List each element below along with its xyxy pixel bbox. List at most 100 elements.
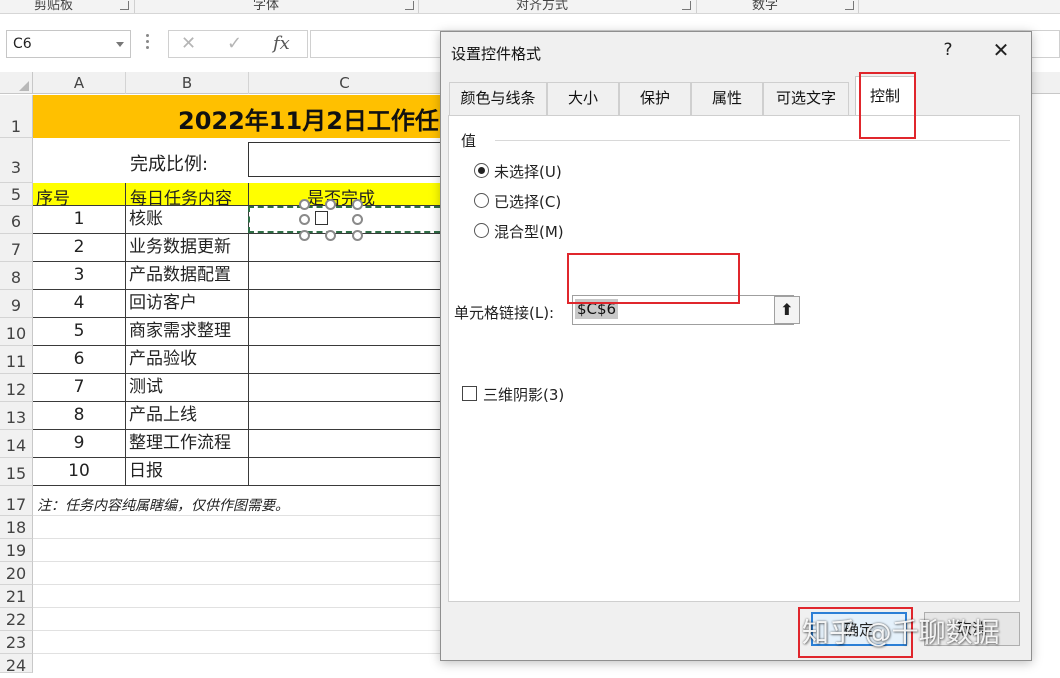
resize-handle[interactable] (299, 199, 310, 210)
row-header[interactable]: 3 (0, 138, 33, 183)
resize-handle[interactable] (352, 230, 363, 241)
seq-cell[interactable]: 8 (33, 402, 126, 430)
done-cell[interactable] (249, 430, 440, 458)
checkbox-control[interactable] (299, 199, 363, 241)
row-header[interactable]: 1 (0, 95, 33, 138)
seq-cell[interactable]: 3 (33, 262, 126, 290)
row-header[interactable]: 15 (0, 458, 33, 486)
task-cell[interactable]: 整理工作流程 (126, 430, 249, 458)
row-header[interactable]: 9 (0, 290, 33, 318)
seq-cell[interactable]: 7 (33, 374, 126, 402)
row-header[interactable]: 21 (0, 585, 33, 608)
tab-size[interactable]: 大小 (547, 82, 619, 115)
task-cell[interactable]: 日报 (126, 458, 249, 486)
column-header-c[interactable]: C (249, 72, 441, 94)
row-header[interactable]: 13 (0, 402, 33, 430)
tab-protection[interactable]: 保护 (619, 82, 691, 115)
clipboard-launcher-icon[interactable] (120, 1, 129, 10)
enter-icon[interactable]: ✓ (227, 33, 242, 54)
3d-shading-checkbox[interactable] (462, 386, 477, 401)
radio-unchecked[interactable] (474, 163, 489, 178)
done-cell[interactable] (249, 458, 440, 486)
fx-icon[interactable]: fx (273, 33, 290, 54)
resize-handle[interactable] (352, 199, 363, 210)
task-cell[interactable]: 产品数据配置 (126, 262, 249, 290)
row-header[interactable]: 5 (0, 183, 33, 206)
select-all-corner[interactable] (0, 72, 33, 94)
collapse-dialog-icon[interactable]: ⬆ (774, 296, 800, 324)
number-launcher-icon[interactable] (845, 1, 854, 10)
radio-checked[interactable] (474, 193, 489, 208)
column-header-a[interactable]: A (33, 72, 126, 94)
gridline (33, 515, 440, 516)
seq-cell[interactable]: 1 (33, 206, 126, 234)
chevron-down-icon[interactable] (116, 42, 124, 47)
row-header[interactable]: 10 (0, 318, 33, 346)
close-icon[interactable]: ✕ (989, 38, 1013, 62)
title-cell[interactable]: 2022年11月2日工作任 (33, 95, 440, 138)
row-header[interactable]: 6 (0, 206, 33, 234)
table-row: 4 回访客户 (33, 290, 440, 318)
row-header[interactable]: 20 (0, 562, 33, 585)
seq-cell[interactable]: 10 (33, 458, 126, 486)
done-cell[interactable] (249, 262, 440, 290)
format-control-dialog: 设置控件格式 ? ✕ 颜色与线条 大小 保护 属性 可选文字 控制 值 未选择(… (440, 31, 1032, 661)
name-box[interactable]: C6 (6, 30, 131, 58)
resize-handle[interactable] (325, 230, 336, 241)
column-header-b[interactable]: B (126, 72, 249, 94)
font-launcher-icon[interactable] (405, 1, 414, 10)
row-header[interactable]: 24 (0, 654, 33, 675)
checkbox-box[interactable] (315, 211, 328, 225)
radio-label-checked[interactable]: 已选择(C) (494, 191, 561, 212)
radio-label-mixed[interactable]: 混合型(M) (494, 221, 564, 242)
seq-cell[interactable]: 4 (33, 290, 126, 318)
3d-shading-label[interactable]: 三维阴影(3) (483, 384, 564, 405)
task-cell[interactable]: 产品上线 (126, 402, 249, 430)
resize-handle[interactable] (325, 199, 336, 210)
task-cell[interactable]: 回访客户 (126, 290, 249, 318)
formula-buttons: ✕ ✓ fx (168, 30, 308, 58)
row-header[interactable]: 14 (0, 430, 33, 458)
task-cell[interactable]: 商家需求整理 (126, 318, 249, 346)
row-header[interactable]: 11 (0, 346, 33, 374)
done-cell[interactable] (249, 290, 440, 318)
tab-alt-text[interactable]: 可选文字 (763, 82, 849, 115)
cancel-icon[interactable]: ✕ (181, 33, 196, 54)
task-cell[interactable]: 业务数据更新 (126, 234, 249, 262)
done-cell[interactable] (249, 402, 440, 430)
done-cell[interactable] (249, 346, 440, 374)
help-icon[interactable]: ? (938, 40, 958, 60)
resize-handle[interactable] (299, 230, 310, 241)
tab-colors-lines[interactable]: 颜色与线条 (449, 82, 547, 115)
done-cell[interactable] (249, 374, 440, 402)
done-cell[interactable] (249, 318, 440, 346)
done-cell[interactable] (249, 234, 440, 262)
seq-cell[interactable]: 5 (33, 318, 126, 346)
row-header[interactable]: 19 (0, 539, 33, 562)
row-header[interactable]: 22 (0, 608, 33, 631)
ribbon-group-clipboard: 剪贴板 (34, 0, 74, 13)
row-header[interactable]: 7 (0, 234, 33, 262)
gridline (33, 584, 440, 585)
radio-mixed[interactable] (474, 223, 489, 238)
task-cell[interactable]: 产品验收 (126, 346, 249, 374)
completion-ratio-cell[interactable] (248, 142, 440, 177)
gridline (33, 561, 440, 562)
row-header[interactable]: 8 (0, 262, 33, 290)
seq-cell[interactable]: 9 (33, 430, 126, 458)
row-header[interactable]: 18 (0, 516, 33, 539)
alignment-launcher-icon[interactable] (682, 1, 691, 10)
row-header[interactable]: 12 (0, 374, 33, 402)
seq-cell[interactable]: 2 (33, 234, 126, 262)
radio-label-unchecked[interactable]: 未选择(U) (494, 161, 562, 182)
seq-cell[interactable]: 6 (33, 346, 126, 374)
resize-handle[interactable] (352, 214, 363, 225)
drag-handle-icon[interactable] (146, 34, 150, 52)
row-header[interactable]: 17 (0, 486, 33, 516)
cell-link-label: 单元格链接(L): (454, 304, 555, 322)
task-cell[interactable]: 核账 (126, 206, 249, 234)
resize-handle[interactable] (299, 214, 310, 225)
task-cell[interactable]: 测试 (126, 374, 249, 402)
row-header[interactable]: 23 (0, 631, 33, 654)
tab-properties[interactable]: 属性 (691, 82, 763, 115)
